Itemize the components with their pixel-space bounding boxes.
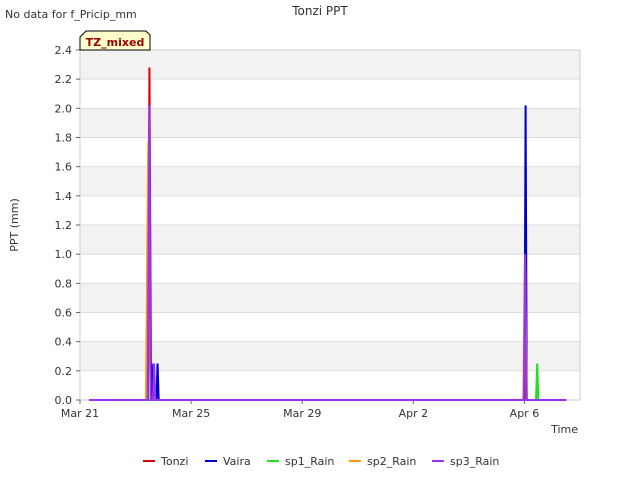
y-tick-label: 0.8 (55, 277, 73, 290)
y-tick-label: 1.4 (55, 190, 73, 203)
plot-band (80, 50, 580, 80)
y-tick-label: 1.8 (55, 132, 73, 145)
plot-band (80, 225, 580, 255)
y-tick-label: 0.2 (55, 365, 73, 378)
y-tick-label: 0.4 (55, 336, 73, 349)
legend-label: sp1_Rain (285, 455, 334, 468)
x-axis-label: Time (550, 423, 578, 436)
x-axis: Mar 21 Mar 25 Mar 29 Apr 2 Apr 6 (61, 400, 539, 420)
y-tick-label: 1.2 (55, 219, 73, 232)
legend: Tonzi Vaira sp1_Rain sp2_Rain sp3_Rain (143, 455, 499, 468)
x-tick-label: Apr 2 (399, 407, 429, 420)
legend-label: Tonzi (160, 455, 188, 468)
y-tick-label: 2.2 (55, 73, 73, 86)
x-tick-label: Mar 29 (283, 407, 321, 420)
plot-band (80, 166, 580, 196)
y-tick-label: 2.4 (55, 44, 73, 57)
site-badge: TZ_mixed (79, 30, 151, 51)
plot-band (80, 283, 580, 313)
site-badge-label: TZ_mixed (86, 36, 145, 49)
y-tick-label: 1.6 (55, 161, 73, 174)
y-axis: 0.0 0.2 0.4 0.6 0.8 1.0 1.2 1.4 1.6 1.8 2.0 2.2 2.4 (55, 44, 80, 407)
y-tick-label: 0.6 (55, 307, 73, 320)
ppt-chart: No data for f_Pricip_mm Tonzi PPT 0.0 0.2… (5, 4, 581, 468)
plot-background (80, 50, 580, 371)
chart-title: Tonzi PPT (291, 4, 348, 18)
plot-band (80, 108, 580, 138)
y-tick-label: 2.0 (55, 102, 73, 115)
no-data-note: No data for f_Pricip_mm (5, 8, 137, 21)
y-axis-label: PPT (mm) (8, 198, 21, 252)
legend-label: sp3_Rain (450, 455, 499, 468)
y-tick-label: 0.0 (55, 394, 73, 407)
x-tick-label: Mar 25 (172, 407, 210, 420)
y-tick-label: 1.0 (55, 248, 73, 261)
x-tick-label: Apr 6 (510, 407, 540, 420)
legend-label: Vaira (223, 455, 251, 468)
x-tick-label: Mar 21 (61, 407, 99, 420)
legend-label: sp2_Rain (367, 455, 416, 468)
